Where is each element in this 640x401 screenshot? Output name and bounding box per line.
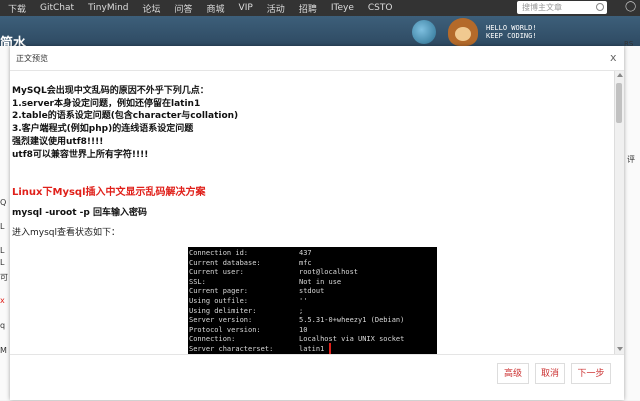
nav-item-jobs[interactable]: 招聘 [299, 2, 317, 15]
terminal-key: SSL: [189, 277, 206, 286]
advanced-button[interactable]: 高级 [497, 363, 529, 384]
terminal-value: mfc [299, 258, 312, 267]
scroll-thumb[interactable] [616, 83, 622, 123]
terminal-value: ; [299, 306, 304, 315]
bg-char: L [0, 222, 5, 231]
reason-line: utf8可以兼容世界上所有字符!!!! [12, 149, 149, 160]
bg-char: M [0, 346, 7, 355]
nav-item-vip[interactable]: VIP [239, 3, 253, 13]
terminal-value: stdout [299, 287, 325, 296]
terminal-value: Localhost via UNIX socket [299, 335, 405, 344]
reason-line: 强烈建议使用utf8!!!! [12, 136, 104, 147]
reason-line: MySQL会出现中文乱码的原因不外乎下列几点： [12, 86, 209, 96]
dialog-header: 正文预览 x [10, 46, 624, 71]
terminal-key: Current database: [189, 258, 261, 267]
terminal-value: 437 [299, 249, 312, 257]
terminal-value: '' [299, 297, 308, 305]
bg-char: 可 [0, 273, 8, 282]
command-line: mysql -uroot -p 回车输入密码 [12, 208, 147, 218]
background-right-column: RS 评 [624, 40, 640, 400]
bg-char: L [0, 258, 5, 267]
slogan-line-2: KEEP CODING! [486, 32, 537, 40]
close-icon[interactable]: x [610, 51, 617, 64]
nav-item-iteye[interactable]: ITeye [331, 3, 354, 13]
slogan-line-1: HELLO WORLD! [486, 24, 537, 32]
description-line: 进入mysql查看状态如下： [12, 228, 120, 238]
background-left-column: Q L L L 可 x q M [0, 46, 10, 400]
nav-item-tinymind[interactable]: TinyMind [88, 3, 128, 13]
nav-item-events[interactable]: 活动 [267, 2, 285, 15]
section-title: Linux下Mysql插入中文显示乱码解决方案 [12, 187, 206, 198]
terminal-key: Using delimiter: [189, 306, 257, 315]
scroll-up-arrow-icon[interactable] [617, 73, 623, 77]
bg-char: L [0, 246, 5, 255]
nav-item-csto[interactable]: CSTO [368, 3, 393, 13]
reason-line: 1.server本身设定问题，例如还停留在latin1 [12, 98, 201, 109]
nav-item-mall[interactable]: 商城 [207, 2, 225, 15]
dialog-scrollbar[interactable] [614, 71, 624, 354]
terminal-key: Connection: [189, 335, 236, 344]
nav-item-gitchat[interactable]: GitChat [40, 3, 74, 13]
terminal-value: latin1 [299, 345, 325, 353]
rss-label: RS [624, 40, 634, 48]
monkey-mascot-icon [448, 18, 478, 46]
cancel-button[interactable]: 取消 [535, 363, 565, 384]
reason-line: 2.table的语系设定问题(包含character与collation) [12, 111, 239, 122]
terminal-value: Not in use [299, 277, 342, 286]
search-icon[interactable] [596, 3, 604, 11]
dialog-title: 正文预览 [16, 54, 48, 63]
search-input[interactable]: 搜博主文章 [517, 1, 607, 14]
terminal-key: Server version: [189, 316, 253, 325]
terminal-key: Current user: [189, 268, 244, 277]
bg-char: Q [0, 198, 7, 207]
dialog-body[interactable]: MySQL会出现中文乱码的原因不外乎下列几点： 1.server本身设定问题，例… [10, 71, 614, 354]
terminal-key: Server characterset: [189, 345, 274, 353]
top-nav: 下载 GitChat TinyMind 论坛 问答 商城 VIP 活动 招聘 I… [0, 0, 640, 16]
bg-char: q [0, 321, 6, 330]
nav-item-qa[interactable]: 问答 [175, 2, 193, 15]
bg-char: x [0, 296, 5, 305]
terminal-key: Connection id: [189, 249, 249, 257]
annotation-mark [329, 343, 331, 354]
comment-label: 评 [627, 155, 635, 164]
reason-line: 3.客户端程式(例如php)的连线语系设定问题 [12, 124, 194, 135]
hello-world-slogan: HELLO WORLD! KEEP CODING! [486, 24, 537, 40]
nav-item-download[interactable]: 下载 [8, 2, 26, 15]
article-content: MySQL会出现中文乱码的原因不外乎下列几点： 1.server本身设定问题，例… [12, 85, 602, 354]
terminal-value: 5.5.31-0+wheezy1 (Debian) [299, 316, 405, 325]
nav-item-forum[interactable]: 论坛 [143, 2, 161, 15]
terminal-key: Current pager: [189, 287, 249, 296]
next-button[interactable]: 下一步 [571, 363, 611, 384]
blog-banner: 简水 HELLO WORLD! KEEP CODING! [0, 16, 640, 51]
terminal-key: Protocol version: [189, 325, 261, 334]
terminal-key: Using outfile: [189, 297, 249, 305]
terminal-value: root@localhost [299, 268, 359, 277]
dialog-footer: 高级 取消 下一步 [10, 354, 624, 401]
terminal-value: 10 [299, 325, 308, 334]
terminal-screenshot: Client characterset:utf8Db characterset:… [188, 247, 437, 354]
globe-icon [412, 20, 436, 44]
preview-dialog: 正文预览 x MySQL会出现中文乱码的原因不外乎下列几点： 1.server本… [10, 46, 624, 400]
bell-icon[interactable]: ◯ [625, 2, 636, 12]
scroll-down-arrow-icon[interactable] [617, 347, 623, 351]
